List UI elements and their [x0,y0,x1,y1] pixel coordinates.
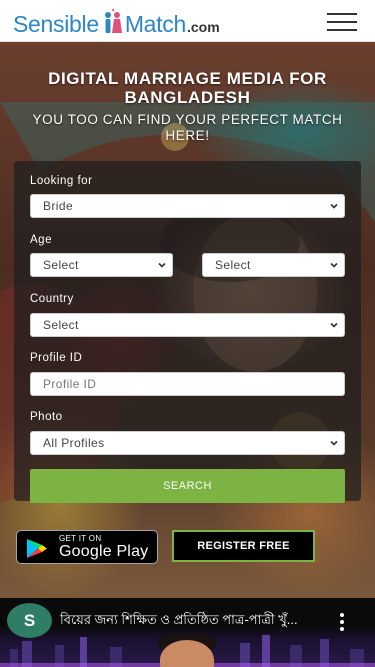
age-from-value: Select [43,258,79,272]
age-to-value: Select [215,258,251,272]
photo-value: All Profiles [43,436,105,450]
search-form: Looking for Bride Age Select Select Coun… [14,161,361,503]
youtube-video-embed[interactable]: S বিয়ের জন্য শিক্ষিত ও প্রতিষ্ঠিত পাত্র… [0,598,375,667]
google-play-small-text: GET IT ON [59,534,102,543]
more-options-icon[interactable] [339,613,345,631]
hero-subtitle: YOU TOO CAN FIND YOUR PERFECT MATCH HERE… [32,112,343,143]
profile-id-label: Profile ID [30,352,83,364]
video-title[interactable]: বিয়ের জন্য শিক্ষিত ও প্রতিষ্ঠিত পাত্র-প… [60,611,318,632]
channel-avatar[interactable]: S [7,603,52,638]
country-label: Country [30,293,74,305]
chevron-down-icon [330,262,338,268]
photo-select[interactable]: All Profiles [30,431,345,455]
search-button[interactable]: SEARCH [30,469,345,503]
chevron-down-icon [330,322,338,328]
couple-logo-icon [104,8,122,33]
top-header: Sensible Match .com [0,0,375,42]
logo-text-match: Match [124,11,186,37]
looking-for-label: Looking for [30,175,93,187]
chevron-down-icon [330,440,338,446]
hero-title: DIGITAL MARRIAGE MEDIA FOR BANGLADESH [48,69,327,107]
google-play-icon [27,539,47,558]
looking-for-select[interactable]: Bride [30,194,345,218]
age-to-select[interactable]: Select [202,253,345,277]
chevron-down-icon [330,203,338,209]
hamburger-menu-icon[interactable] [327,11,357,33]
looking-for-value: Bride [43,199,74,213]
hero-section: DIGITAL MARRIAGE MEDIA FOR BANGLADESH YO… [0,42,375,602]
logo-text-sensible: Sensible [13,11,99,37]
age-label: Age [30,234,52,246]
register-free-button[interactable]: REGISTER FREE [172,530,315,562]
country-value: Select [43,318,79,332]
chevron-down-icon [158,262,166,268]
sensiblematch-logo[interactable]: Sensible Match .com [13,6,220,38]
profile-id-placeholder: Profile ID [43,377,97,391]
logo-text-suffix: .com [186,19,220,35]
age-from-select[interactable]: Select [30,253,173,277]
profile-id-input[interactable]: Profile ID [30,372,345,396]
google-play-large-text: Google Play [59,543,149,560]
google-play-badge[interactable]: GET IT ON Google Play [16,530,158,564]
country-select[interactable]: Select [30,313,345,337]
photo-label: Photo [30,411,63,423]
